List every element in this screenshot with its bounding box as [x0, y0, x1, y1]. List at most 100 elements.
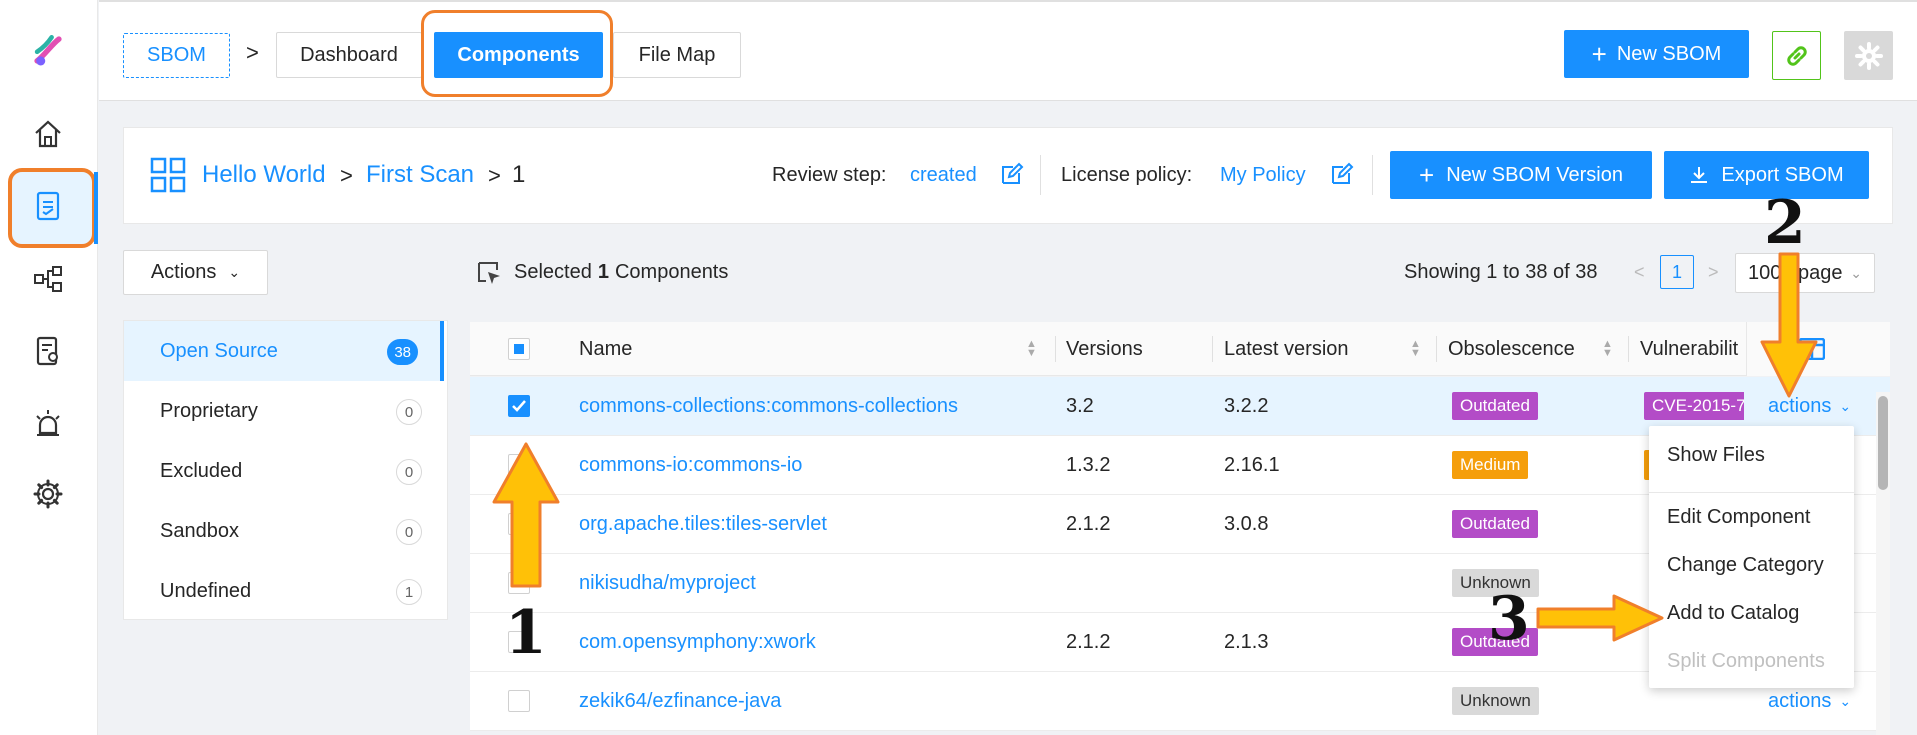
sort-icon[interactable]: ▲ ▼ [1602, 339, 1613, 359]
app-logo[interactable] [28, 30, 68, 70]
category-open-source[interactable]: Open Source 38 [124, 321, 444, 381]
review-step-value[interactable]: created [910, 164, 977, 187]
version-cell: 1.3.2 [1066, 453, 1111, 476]
row-actions-menu: Show Files Edit Component Change Categor… [1649, 426, 1854, 688]
settings-gear-icon[interactable] [28, 474, 68, 514]
column-header-obsolescence[interactable]: Obsolescence [1448, 322, 1575, 376]
category-undefined[interactable]: Undefined 1 [124, 561, 444, 621]
category-count-badge: 38 [387, 339, 418, 365]
next-page-icon[interactable]: > [1708, 262, 1719, 283]
column-header-vulnerabilities[interactable]: Vulnerabilit [1640, 322, 1740, 376]
component-name-link[interactable]: commons-io:commons-io [579, 436, 802, 494]
breadcrumb-separator: > [340, 163, 353, 188]
license-policy-value[interactable]: My Policy [1220, 164, 1306, 187]
license-policy-label: License policy: [1061, 164, 1193, 186]
menu-divider [1649, 492, 1854, 493]
breadcrumb-separator: > [246, 40, 259, 65]
new-sbom-version-label: New SBOM Version [1446, 163, 1623, 186]
menu-item-split-components: Split Components [1667, 650, 1825, 672]
grid-icon [150, 157, 186, 198]
link-button[interactable] [1772, 31, 1821, 80]
policy-document-icon[interactable] [28, 331, 68, 371]
annotation-arrow-right [1536, 594, 1664, 642]
category-count-badge: 0 [396, 519, 422, 545]
category-label: Sandbox [160, 519, 239, 542]
column-header-name[interactable]: Name [579, 322, 632, 376]
showing-count: Showing 1 to 38 of 38 [1404, 261, 1598, 283]
prev-page-icon[interactable]: < [1634, 262, 1645, 283]
annotation-number-3: 3 [1488, 584, 1530, 654]
sbom-button[interactable]: SBOM [123, 33, 230, 78]
category-sandbox[interactable]: Sandbox 0 [124, 501, 444, 561]
tab-file-map[interactable]: File Map [613, 32, 741, 78]
sort-icon[interactable]: ▲ ▼ [1026, 339, 1037, 359]
category-proprietary[interactable]: Proprietary 0 [124, 381, 444, 441]
obsolescence-badge: Outdated [1452, 392, 1538, 420]
row-checkbox[interactable] [508, 395, 530, 417]
vulnerability-badge[interactable]: CVE-2015-7 [1644, 392, 1744, 420]
selected-prefix: Selected [514, 261, 592, 283]
project-link[interactable]: Hello World [202, 161, 326, 189]
obsolescence-badge: Medium [1452, 451, 1529, 479]
tab-dashboard[interactable]: Dashboard [276, 32, 422, 78]
new-sbom-version-button[interactable]: + New SBOM Version [1390, 151, 1652, 199]
home-icon[interactable] [28, 114, 68, 154]
category-count-badge: 1 [396, 579, 422, 605]
menu-item-show-files[interactable]: Show Files [1667, 444, 1765, 467]
version-cell: 2.1.2 [1066, 630, 1111, 653]
component-name-link[interactable]: com.opensymphony:xwork [579, 613, 816, 671]
gear-icon [1854, 41, 1883, 70]
select-all-checkbox[interactable] [508, 338, 530, 360]
scrollbar-thumb[interactable] [1878, 396, 1888, 490]
new-sbom-button[interactable]: + New SBOM [1564, 30, 1749, 78]
scan-link[interactable]: First Scan [366, 161, 474, 189]
chevron-down-icon: ⌄ [1839, 397, 1852, 414]
category-count-badge: 0 [396, 459, 422, 485]
hierarchy-icon[interactable] [28, 259, 68, 299]
annotation-arrow-up [492, 442, 560, 588]
plus-icon: + [1591, 38, 1607, 69]
divider [1040, 155, 1041, 195]
obsolescence-badge: Unknown [1452, 687, 1539, 715]
edit-icon[interactable] [1000, 162, 1024, 191]
tab-components[interactable]: Components [434, 32, 603, 78]
version-number: 1 [512, 161, 526, 188]
component-name-link[interactable]: commons-collections:commons-collections [579, 377, 958, 435]
row-checkbox[interactable] [508, 690, 530, 712]
review-step-label: Review step: [772, 164, 887, 186]
sbom-document-icon[interactable] [28, 186, 68, 226]
column-header-latest-version[interactable]: Latest version [1224, 322, 1349, 376]
download-icon [1691, 167, 1708, 183]
divider [1372, 155, 1373, 195]
sort-icon[interactable]: ▲ ▼ [1410, 339, 1421, 359]
menu-item-edit-component[interactable]: Edit Component [1667, 506, 1810, 529]
category-excluded[interactable]: Excluded 0 [124, 441, 444, 501]
component-name-link[interactable]: nikisudha/myproject [579, 554, 756, 612]
category-count-badge: 0 [396, 399, 422, 425]
component-name-link[interactable]: zekik64/ezfinance-java [579, 672, 781, 730]
menu-item-add-to-catalog[interactable]: Add to Catalog [1667, 602, 1799, 625]
chevron-down-icon: ⌄ [1839, 692, 1852, 709]
category-label: Excluded [160, 459, 243, 482]
actions-label: Actions [150, 261, 217, 283]
category-list: Open Source 38 Proprietary 0 Excluded 0 … [123, 320, 448, 620]
actions-dropdown[interactable]: Actions ⌄ [123, 250, 268, 295]
category-label: Undefined [160, 579, 252, 602]
link-icon [1786, 45, 1807, 66]
version-cell: 3.2 [1066, 394, 1094, 417]
alarm-icon[interactable] [28, 403, 68, 443]
settings-button[interactable] [1844, 31, 1893, 80]
obsolescence-badge: Outdated [1452, 510, 1538, 538]
latest-version-cell: 2.16.1 [1224, 453, 1280, 476]
component-name-link[interactable]: org.apache.tiles:tiles-servlet [579, 495, 827, 553]
latest-version-cell: 3.0.8 [1224, 512, 1269, 535]
annotation-number-2: 2 [1764, 188, 1806, 258]
page-1-button[interactable]: 1 [1660, 255, 1694, 289]
edit-icon[interactable] [1330, 162, 1354, 191]
sidebar-active-bar [94, 172, 98, 244]
breadcrumb-separator: > [488, 163, 501, 188]
menu-item-change-category[interactable]: Change Category [1667, 554, 1824, 577]
select-cursor-icon [476, 260, 502, 291]
column-header-versions[interactable]: Versions [1066, 322, 1143, 376]
new-sbom-label: New SBOM [1616, 42, 1722, 65]
